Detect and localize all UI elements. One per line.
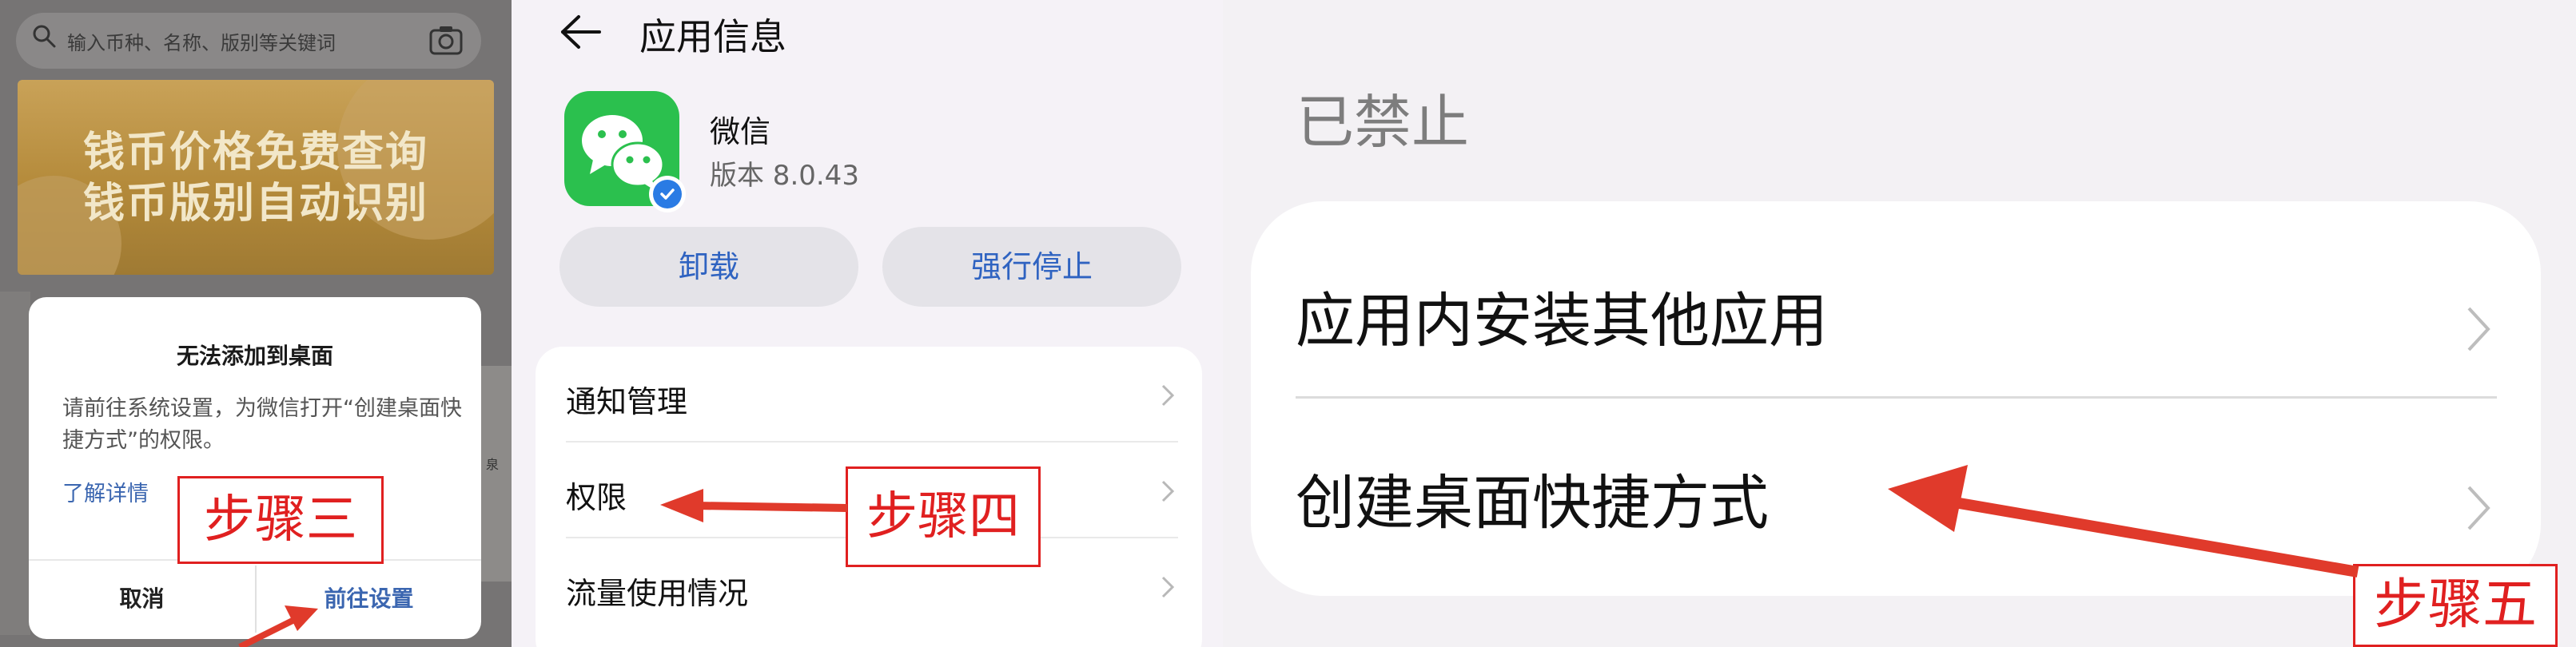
go-to-settings-button[interactable]: 前往设置 — [257, 562, 481, 636]
permissions-screen: 已禁止 应用内安装其他应用 创建桌面快捷方式 — [1223, 0, 2576, 647]
search-placeholder: 输入币种、名称、版别等关键词 — [67, 32, 336, 54]
chevron-right-icon — [1161, 576, 1175, 598]
step-5-label: 步骤五 — [2353, 564, 2558, 647]
list-item-label: 应用内安装其他应用 — [1296, 287, 1828, 355]
back-arrow-icon[interactable] — [559, 14, 603, 50]
background-card: 泉 — [480, 366, 512, 582]
wechat-icon — [564, 91, 686, 212]
chevron-right-icon — [2467, 307, 2490, 351]
list-item-label: 流量使用情况 — [566, 576, 749, 611]
row-divider — [1296, 396, 2497, 399]
cannot-add-to-desktop-dialog: 无法添加到桌面 请前往系统设置，为微信打开“创建桌面快捷方式”的权限。 了解详情… — [29, 297, 481, 639]
step-3-label: 步骤三 — [177, 476, 384, 564]
chevron-right-icon — [2467, 486, 2490, 530]
background-card-text: 泉 — [486, 457, 500, 472]
verified-badge-icon — [649, 176, 686, 212]
search-bar[interactable]: 输入币种、名称、版别等关键词 — [16, 13, 481, 69]
app-version: 版本 8.0.43 — [710, 160, 859, 192]
list-item-notification-management[interactable]: 通知管理 — [536, 347, 1202, 443]
camera-icon[interactable] — [428, 24, 464, 56]
chevron-right-icon — [1161, 480, 1175, 502]
uninstall-button[interactable]: 卸载 — [559, 227, 858, 307]
disabled-permissions-card: 应用内安装其他应用 创建桌面快捷方式 — [1251, 201, 2541, 596]
background-card — [0, 292, 30, 635]
promo-banner[interactable]: 钱币价格免费查询 钱币版别自动识别 — [18, 80, 494, 275]
learn-more-link[interactable]: 了解详情 — [62, 476, 149, 507]
search-icon — [33, 25, 56, 48]
page-title: 应用信息 — [639, 15, 786, 58]
dialog-title: 无法添加到桌面 — [176, 343, 333, 369]
banner-line-2: 钱币版别自动识别 — [82, 180, 428, 228]
cancel-button[interactable]: 取消 — [29, 562, 255, 636]
app-name: 微信 — [710, 114, 771, 149]
list-item-label: 通知管理 — [566, 384, 688, 419]
list-item-label: 权限 — [566, 480, 627, 515]
chevron-right-icon — [1161, 384, 1175, 407]
dialog-message: 请前往系统设置，为微信打开“创建桌面快捷方式”的权限。 — [62, 396, 462, 453]
step-4-label: 步骤四 — [846, 466, 1041, 567]
section-header-disabled: 已禁止 — [1296, 89, 1470, 156]
list-item-label: 创建桌面快捷方式 — [1296, 469, 1769, 538]
force-stop-button[interactable]: 强行停止 — [882, 227, 1181, 307]
